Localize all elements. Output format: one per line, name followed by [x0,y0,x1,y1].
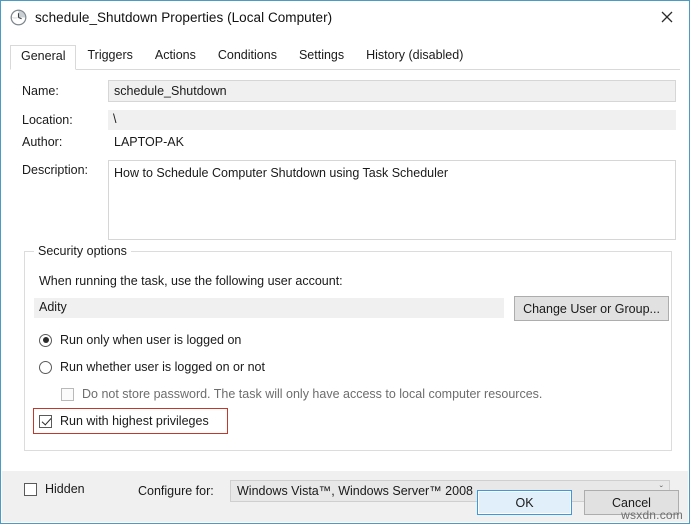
security-options-group: Security options When running the task, … [24,244,672,451]
watermark: wsxdn.com [621,508,683,522]
tab-actions-label: Actions [154,48,196,62]
ok-button[interactable]: OK [477,490,572,515]
tab-settings-label: Settings [298,48,345,62]
checkbox-do-not-store-password[interactable]: Do not store password. The task will onl… [61,387,542,401]
checkbox-run-with-highest-privileges-indicator[interactable] [39,414,52,428]
account-prompt: When running the task, use the following… [39,274,343,288]
configure-for-label: Configure for: [138,484,214,498]
close-button[interactable] [644,1,689,33]
radio-run-whether-logged-on-indicator[interactable] [39,360,52,374]
radio-run-only-logged-on[interactable]: Run only when user is logged on [39,333,241,347]
tab-history-label: History (disabled) [366,48,464,62]
description-row: Description: How to Schedule Computer Sh… [22,160,678,240]
tab-triggers-label: Triggers [87,48,133,62]
security-options-label: Security options [34,244,131,258]
checkbox-do-not-store-password-label: Do not store password. The task will onl… [82,387,543,401]
tab-actions[interactable]: Actions [144,44,207,69]
location-row: Location: \ [22,110,678,130]
name-label: Name: [22,84,59,98]
close-icon [661,11,672,23]
tab-conditions[interactable]: Conditions [207,44,288,69]
configure-for-value: Windows Vista™, Windows Server™ 2008 [237,484,473,498]
checkbox-do-not-store-password-indicator[interactable] [61,387,74,401]
author-row: Author: LAPTOP-AK [22,135,678,149]
location-input[interactable]: \ [108,110,676,130]
author-label: Author: [22,135,63,149]
radio-run-whether-logged-on[interactable]: Run whether user is logged on or not [39,360,265,374]
clock-scheduler-icon [10,9,27,26]
author-value: LAPTOP-AK [114,135,184,149]
tab-history[interactable]: History (disabled) [355,44,474,69]
user-account-field[interactable]: Adity [34,298,504,318]
change-user-or-group-label: Change User or Group... [523,301,660,316]
name-input[interactable]: schedule_Shutdown [108,80,676,102]
task-properties-window: schedule_Shutdown Properties (Local Comp… [0,0,690,524]
tab-settings[interactable]: Settings [288,44,355,69]
title-bar: schedule_Shutdown Properties (Local Comp… [1,1,689,33]
radio-run-whether-logged-on-label: Run whether user is logged on or not [60,360,265,374]
description-label: Description: [22,163,88,177]
checkbox-run-with-highest-privileges[interactable]: Run with highest privileges [39,414,209,428]
tab-general[interactable]: General [10,45,77,70]
tab-general-label: General [21,49,66,63]
checkbox-hidden-indicator[interactable] [24,482,37,496]
location-label: Location: [22,113,73,127]
radio-run-only-logged-on-indicator[interactable] [39,333,52,347]
window-title: schedule_Shutdown Properties (Local Comp… [35,9,333,25]
ok-button-label: OK [515,495,534,510]
description-input[interactable]: How to Schedule Computer Shutdown using … [108,160,676,240]
radio-run-only-logged-on-label: Run only when user is logged on [60,333,242,347]
checkbox-hidden[interactable]: Hidden [24,482,85,496]
general-tab-panel: Name: schedule_Shutdown Location: \ Auth… [10,69,680,471]
tab-triggers[interactable]: Triggers [76,44,143,69]
tab-strip: General Triggers Actions Conditions Sett… [10,45,680,70]
checkbox-run-with-highest-privileges-label: Run with highest privileges [60,414,209,428]
tab-conditions-label: Conditions [217,48,277,62]
checkbox-hidden-label: Hidden [45,482,85,496]
name-row: Name: schedule_Shutdown [22,80,678,102]
change-user-or-group-button[interactable]: Change User or Group... [514,296,669,321]
